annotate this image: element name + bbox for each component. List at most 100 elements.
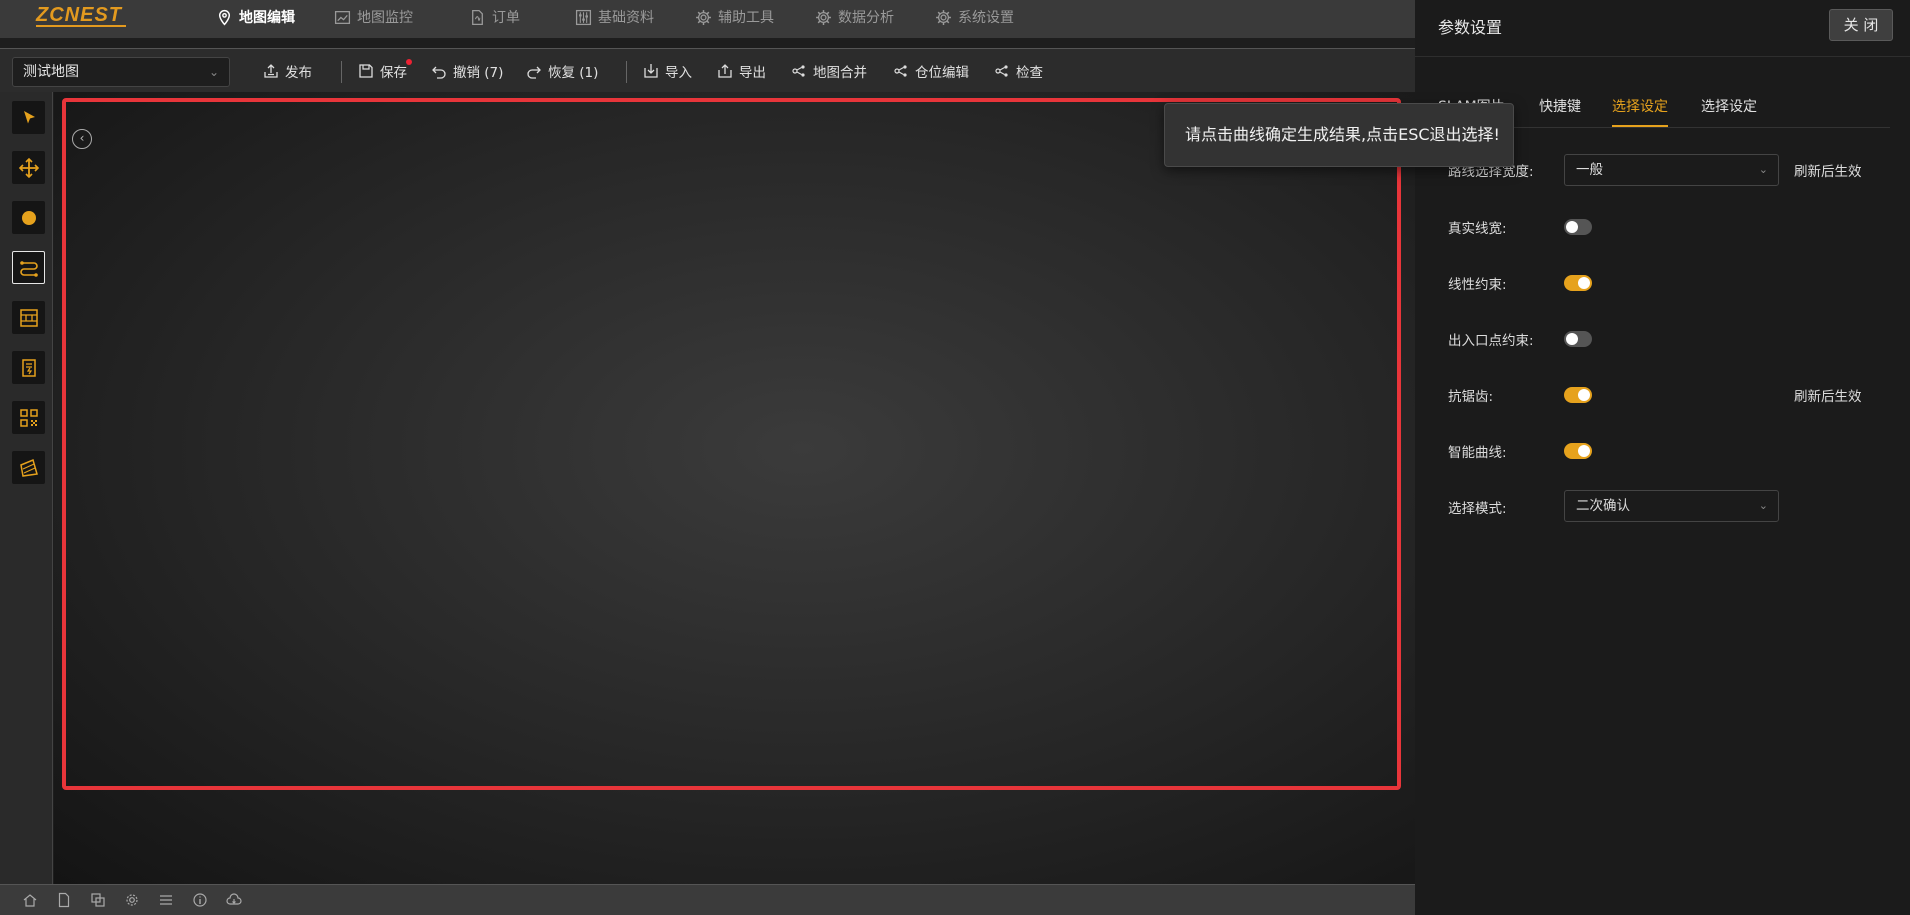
- logo: ZCNEST: [36, 4, 122, 26]
- save-label-wrap: 保存: [380, 59, 412, 81]
- undo-label: 撤销 (7): [453, 65, 504, 81]
- home-icon[interactable]: [22, 892, 38, 908]
- smart-curve-toggle[interactable]: [1564, 443, 1592, 459]
- path-width-value: 一般: [1576, 162, 1603, 178]
- location-edit-button[interactable]: 仓位编辑: [893, 59, 969, 83]
- import-icon: [644, 64, 658, 78]
- tool-point[interactable]: [12, 201, 45, 234]
- map-select-value: 测试地图: [23, 64, 79, 80]
- toggle-knob: [1578, 389, 1590, 401]
- info-icon[interactable]: [192, 892, 208, 908]
- nav-data-analysis[interactable]: 数据分析: [815, 0, 894, 34]
- map-pin-icon: [218, 9, 231, 26]
- io-point-constraint-toggle[interactable]: [1564, 331, 1592, 347]
- map-merge-button[interactable]: 地图合并: [791, 59, 867, 83]
- tool-path[interactable]: [12, 251, 45, 284]
- node-graph-icon: [995, 65, 1008, 77]
- path-width-select[interactable]: 一般 ⌄: [1564, 154, 1779, 186]
- file-icon[interactable]: [56, 892, 72, 908]
- tool-select[interactable]: [12, 101, 45, 134]
- map-canvas[interactable]: ‹: [54, 92, 1415, 884]
- cloud-icon[interactable]: [226, 892, 242, 908]
- shelf-icon: [19, 308, 38, 327]
- check-label: 检查: [1016, 65, 1043, 81]
- linear-constraint-label: 线性约束:: [1448, 277, 1507, 293]
- toggle-knob: [1578, 277, 1590, 289]
- sliders-icon: [575, 9, 592, 25]
- nav-tools-label: 辅助工具: [718, 10, 774, 26]
- redo-icon: [527, 66, 541, 79]
- undo-button[interactable]: 撤销 (7): [431, 59, 503, 83]
- dot-icon: [21, 210, 36, 225]
- copy-icon[interactable]: [90, 892, 106, 908]
- nav-tools[interactable]: 辅助工具: [695, 0, 774, 34]
- undo-icon: [432, 66, 446, 79]
- import-button[interactable]: 导入: [643, 59, 692, 83]
- status-bar: [0, 884, 1415, 915]
- tab-selection-settings[interactable]: 选择设定: [1612, 96, 1668, 116]
- export-button[interactable]: 导出: [717, 59, 766, 83]
- move-icon: [18, 157, 39, 178]
- top-nav: ZCNEST 地图编辑 地图监控 订单 基础资料 辅助工具 数据分析 系统设置: [0, 0, 1415, 38]
- qrcode-icon: [19, 408, 38, 427]
- logo-underline: [36, 25, 126, 27]
- publish-icon: [264, 64, 278, 78]
- path-icon: [19, 260, 38, 277]
- toggle-knob: [1566, 221, 1578, 233]
- nav-orders[interactable]: 订单: [469, 0, 520, 34]
- save-label: 保存: [380, 65, 407, 81]
- tool-area[interactable]: [12, 451, 45, 484]
- toolbar-divider: [341, 61, 342, 83]
- tool-qrcode[interactable]: [12, 401, 45, 434]
- close-button[interactable]: 关 闭: [1829, 9, 1893, 41]
- nav-map-edit[interactable]: 地图编辑: [216, 0, 295, 34]
- path-width-note: 刷新后生效: [1794, 164, 1862, 180]
- nav-map-monitor[interactable]: 地图监控: [334, 0, 413, 34]
- antialias-toggle[interactable]: [1564, 387, 1592, 403]
- chevron-left-icon[interactable]: ‹: [72, 129, 92, 149]
- panel-title: 参数设置: [1438, 18, 1503, 37]
- nav-base-data-label: 基础资料: [598, 10, 654, 26]
- save-button[interactable]: 保存: [358, 59, 412, 83]
- nav-system-settings[interactable]: 系统设置: [935, 0, 1014, 34]
- save-icon: [359, 64, 373, 78]
- redo-button[interactable]: 恢复 (1): [526, 59, 598, 83]
- chevron-down-icon: ⌄: [1758, 499, 1768, 512]
- chevron-down-icon: ⌄: [1758, 163, 1768, 176]
- nav-map-monitor-label: 地图监控: [357, 10, 413, 26]
- gear-icon[interactable]: [124, 892, 140, 908]
- nav-map-edit-label: 地图编辑: [239, 10, 295, 26]
- document-icon: [472, 9, 483, 25]
- tab-selection-settings-2[interactable]: 选择设定: [1701, 96, 1757, 116]
- redo-label: 恢复 (1): [548, 65, 599, 81]
- tool-shelf[interactable]: [12, 301, 45, 334]
- tool-station[interactable]: [12, 351, 45, 384]
- select-mode-value: 二次确认: [1576, 498, 1630, 514]
- publish-button[interactable]: 发布: [263, 59, 312, 83]
- antialias-label: 抗锯齿:: [1448, 389, 1494, 405]
- gear-icon: [816, 9, 831, 25]
- select-mode-select[interactable]: 二次确认 ⌄: [1564, 490, 1779, 522]
- antialias-note: 刷新后生效: [1794, 389, 1862, 405]
- nav-data-analysis-label: 数据分析: [838, 10, 894, 26]
- tab-shortcuts[interactable]: 快捷键: [1539, 96, 1581, 116]
- smart-curve-label: 智能曲线:: [1448, 445, 1507, 461]
- gear-icon: [936, 9, 951, 25]
- map-select[interactable]: 测试地图 ⌄: [12, 57, 230, 87]
- instruction-tooltip: 请点击曲线确定生成结果,点击ESC退出选择!: [1164, 103, 1514, 167]
- toggle-knob: [1566, 333, 1578, 345]
- linear-constraint-toggle[interactable]: [1564, 275, 1592, 291]
- layers-icon[interactable]: [158, 892, 174, 908]
- node-graph-icon: [792, 65, 805, 77]
- import-label: 导入: [665, 65, 692, 81]
- real-width-toggle[interactable]: [1564, 219, 1592, 235]
- nav-orders-label: 订单: [492, 10, 520, 26]
- toolbar-divider: [626, 61, 627, 83]
- tool-move[interactable]: [12, 151, 45, 184]
- check-button[interactable]: 检查: [994, 59, 1043, 83]
- panel-divider: [1415, 56, 1910, 57]
- publish-label: 发布: [285, 65, 312, 81]
- nav-base-data[interactable]: 基础资料: [575, 0, 654, 34]
- real-width-label: 真实线宽:: [1448, 221, 1507, 237]
- location-edit-label: 仓位编辑: [915, 65, 969, 81]
